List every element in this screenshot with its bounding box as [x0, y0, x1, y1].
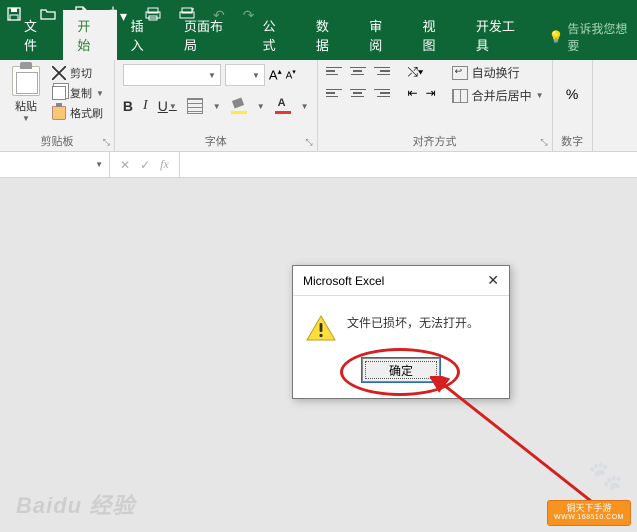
tell-me-search[interactable]: 💡 告诉我您想要: [548, 14, 637, 60]
font-size-select[interactable]: ▼: [225, 64, 265, 86]
watermark-baidu: Baidu 经验: [16, 488, 135, 520]
close-button[interactable]: ✕: [487, 272, 499, 289]
watermark-site-url: WWW.168510.COM: [554, 514, 624, 522]
underline-button[interactable]: U▼: [158, 98, 177, 114]
format-painter-button[interactable]: 格式刷: [50, 104, 106, 122]
watermark-site-name: 铜天下手游: [566, 503, 611, 513]
fill-color-button[interactable]: [231, 98, 247, 114]
redo-icon[interactable]: ↷: [243, 7, 255, 24]
enter-formula-button[interactable]: ✓: [140, 158, 150, 172]
tab-review[interactable]: 审阅: [355, 10, 408, 60]
paste-icon: [12, 66, 40, 96]
font-color-button[interactable]: [275, 98, 291, 114]
chevron-down-icon: ▼: [22, 114, 30, 123]
increase-indent-button[interactable]: ⇥: [426, 86, 436, 100]
name-box[interactable]: ▼: [0, 152, 110, 177]
wrap-text-label: 自动换行: [472, 64, 520, 81]
tab-file[interactable]: 文件: [10, 10, 63, 60]
chevron-down-icon: ▼: [208, 71, 216, 80]
cancel-formula-button[interactable]: ✕: [120, 158, 130, 172]
group-label-font: 字体 ⤡: [123, 131, 309, 149]
orientation-button[interactable]: ⤭▾: [408, 64, 424, 80]
group-alignment: ⤭▾ ⇤ ⇥ 自动换行 合并后居中 ▼ 对齐方式: [318, 60, 553, 151]
dialog-title: Microsoft Excel: [303, 274, 384, 288]
align-center-button[interactable]: [350, 86, 366, 100]
tab-page-layout[interactable]: 页面布局: [170, 10, 249, 60]
copy-label: 复制: [70, 85, 92, 101]
chevron-down-icon: ▼: [96, 89, 104, 98]
ok-button[interactable]: 确定: [362, 358, 440, 382]
align-right-button[interactable]: [374, 86, 390, 100]
paste-label: 粘贴: [15, 98, 37, 114]
tell-me-label: 告诉我您想要: [567, 20, 637, 54]
ribbon: 粘贴 ▼ 剪切 复制 ▼ 格式刷 剪贴板 ⤡: [0, 60, 637, 152]
copy-button[interactable]: 复制 ▼: [50, 84, 106, 102]
group-number: % 数字: [553, 60, 593, 151]
decrease-font-button[interactable]: A▾: [286, 68, 296, 81]
format-painter-label: 格式刷: [70, 105, 103, 121]
brush-icon: [52, 106, 66, 120]
error-dialog: Microsoft Excel ✕ 文件已损坏，无法打开。 确定: [292, 265, 510, 399]
chevron-down-icon: ▼: [252, 71, 260, 80]
font-name-select[interactable]: ▼: [123, 64, 221, 86]
wrap-text-button[interactable]: 自动换行: [452, 64, 544, 81]
dialog-launcher-icon[interactable]: ⤡: [305, 137, 312, 148]
tab-home[interactable]: 开始: [63, 10, 116, 60]
chevron-down-icon: ▼: [169, 102, 177, 111]
formula-bar: ▼ ✕ ✓ fx: [0, 152, 637, 178]
align-left-button[interactable]: [326, 86, 342, 100]
merge-icon: [452, 89, 468, 103]
tab-data[interactable]: 数据: [302, 10, 355, 60]
group-label-alignment: 对齐方式 ⤡: [326, 131, 544, 149]
tab-insert[interactable]: 插入: [117, 10, 170, 60]
scissors-icon: [52, 66, 66, 80]
dialog-message: 文件已损坏，无法打开。: [347, 314, 479, 331]
group-label-clipboard: 剪贴板 ⤡: [8, 131, 106, 149]
cut-label: 剪切: [70, 65, 92, 81]
increase-font-button[interactable]: A▴: [269, 67, 282, 82]
italic-button[interactable]: I: [143, 98, 148, 114]
tab-view[interactable]: 视图: [409, 10, 462, 60]
chevron-down-icon: ▼: [536, 91, 544, 100]
chevron-down-icon: ▼: [95, 160, 103, 169]
undo-icon[interactable]: ↶: [213, 7, 225, 24]
tab-developer[interactable]: 开发工具: [462, 10, 541, 60]
ribbon-tabs: 文件 开始 插入 页面布局 公式 数据 审阅 视图 开发工具 💡 告诉我您想要: [0, 30, 637, 60]
align-top-center-button[interactable]: [350, 64, 366, 78]
lightbulb-icon: 💡: [548, 30, 563, 44]
group-font: ▼ ▼ A▴ A▾ B I U▼ ▼ ▼ ▼ 字体 ⤡: [115, 60, 318, 151]
formula-input[interactable]: [180, 152, 637, 177]
group-label-number: 数字: [561, 131, 584, 149]
align-top-right-button[interactable]: [374, 64, 390, 78]
warning-icon: [305, 314, 337, 342]
watermark-site: 铜天下手游 WWW.168510.COM: [547, 500, 631, 526]
watermark-paw-icon: 🐾: [588, 459, 623, 492]
align-top-left-button[interactable]: [326, 64, 342, 78]
dialog-titlebar: Microsoft Excel ✕: [293, 266, 509, 296]
insert-function-button[interactable]: fx: [160, 157, 169, 172]
chevron-down-icon[interactable]: ▼: [257, 102, 265, 111]
cut-button[interactable]: 剪切: [50, 64, 106, 82]
tab-formulas[interactable]: 公式: [249, 10, 302, 60]
dialog-launcher-icon[interactable]: ⤡: [540, 137, 547, 148]
group-clipboard: 粘贴 ▼ 剪切 复制 ▼ 格式刷 剪贴板 ⤡: [0, 60, 115, 151]
borders-button[interactable]: [187, 98, 203, 114]
paste-button[interactable]: 粘贴 ▼: [8, 64, 44, 125]
chevron-down-icon[interactable]: ▼: [213, 102, 221, 111]
merge-center-button[interactable]: 合并后居中 ▼: [452, 87, 544, 104]
merge-label: 合并后居中: [472, 87, 532, 104]
percent-style-button[interactable]: %: [566, 86, 578, 102]
chevron-down-icon[interactable]: ▼: [301, 102, 309, 111]
dialog-launcher-icon[interactable]: ⤡: [103, 137, 110, 148]
copy-icon: [52, 86, 66, 100]
wrap-text-icon: [452, 66, 468, 80]
bold-button[interactable]: B: [123, 98, 133, 114]
decrease-indent-button[interactable]: ⇤: [408, 86, 418, 100]
